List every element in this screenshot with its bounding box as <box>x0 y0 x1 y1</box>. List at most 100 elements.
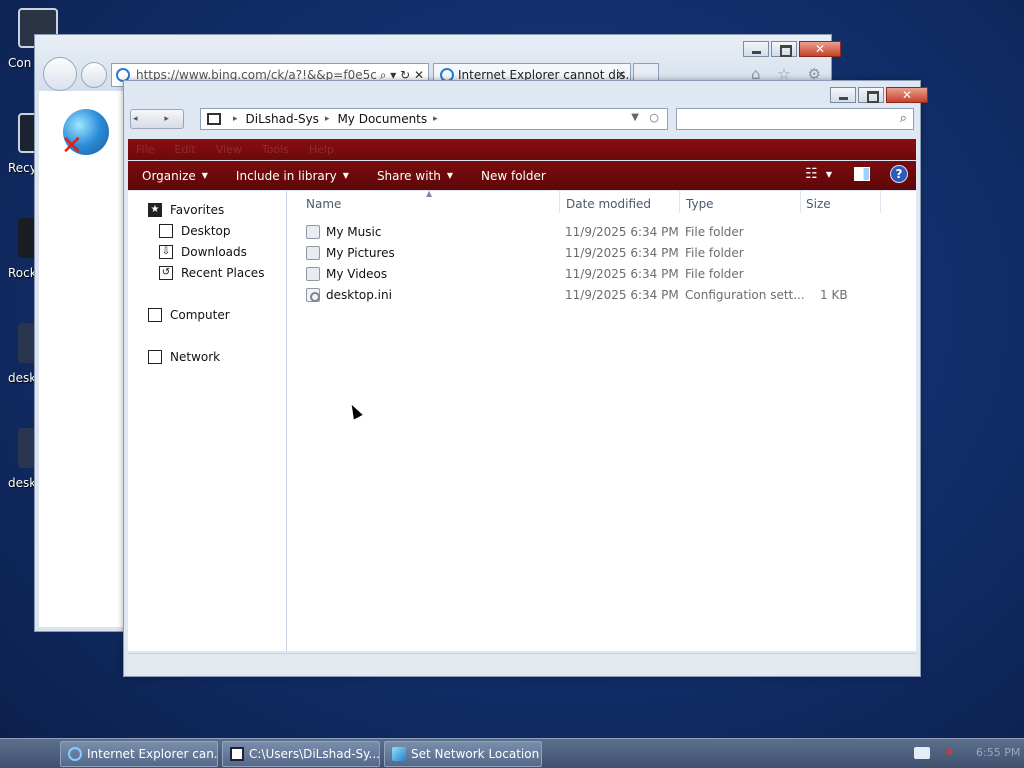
folder-icon <box>306 267 320 281</box>
nav-favorites-label: Favorites <box>170 203 225 217</box>
file-type: File folder <box>685 246 744 260</box>
share-with-button[interactable]: Share with ▼ <box>377 169 453 183</box>
taskbar-button-ie[interactable]: Internet Explorer can... <box>60 741 218 767</box>
maximize-button[interactable] <box>858 87 884 103</box>
minimize-button[interactable] <box>743 41 769 57</box>
chevron-down-icon[interactable]: ▼ <box>631 112 639 123</box>
close-button[interactable]: ✕ <box>886 87 928 103</box>
status-bar <box>128 653 916 674</box>
nav-downloads[interactable]: ⇩ Downloads <box>159 245 247 259</box>
table-row[interactable]: My Music 11/9/2025 6:34 PM File folder <box>288 222 916 243</box>
new-folder-label: New folder <box>481 168 546 183</box>
clock[interactable]: 6:55 PM <box>976 746 1020 759</box>
file-date: 11/9/2025 6:34 PM <box>565 246 679 260</box>
folder-icon <box>207 113 221 125</box>
desktop-icon-label: Con <box>8 56 32 70</box>
share-with-label: Share with <box>376 168 441 183</box>
nav-downloads-label: Downloads <box>181 245 247 259</box>
file-list: ▲ Name Date modified Type Size My Music … <box>288 189 916 651</box>
volume-muted-icon[interactable]: ✕ <box>944 745 954 759</box>
nav-desktop-label: Desktop <box>181 224 231 238</box>
column-divider[interactable] <box>559 191 560 213</box>
nav-network-label: Network <box>170 350 221 364</box>
taskbar-button-network[interactable]: Set Network Location <box>384 741 542 767</box>
breadcrumb-separator[interactable]: ▸ <box>325 114 330 124</box>
taskbar-button-label: Internet Explorer can... <box>87 747 218 761</box>
column-header-type[interactable]: Type <box>686 197 714 211</box>
breadcrumb-separator[interactable]: ▸ <box>233 114 238 124</box>
network-icon <box>148 350 162 364</box>
file-date: 11/9/2025 6:34 PM <box>565 225 679 239</box>
chevron-down-icon: ▼ <box>446 171 453 180</box>
table-row[interactable]: My Videos 11/9/2025 6:34 PM File folder <box>288 264 916 285</box>
help-icon[interactable]: ? <box>890 165 908 183</box>
menu-file[interactable]: File <box>136 143 154 156</box>
new-folder-button[interactable]: New folder <box>481 169 546 183</box>
view-controls: ☷ ▼ ? <box>805 165 908 183</box>
nav-recent-places-label: Recent Places <box>181 266 265 280</box>
download-icon: ⇩ <box>159 245 173 259</box>
menu-help[interactable]: Help <box>309 143 334 156</box>
column-divider[interactable] <box>800 191 801 213</box>
chevron-down-icon[interactable]: ▼ <box>826 170 832 179</box>
nav-computer[interactable]: Computer <box>148 308 230 322</box>
network-icon <box>392 747 406 761</box>
desktop-icon <box>159 224 173 238</box>
nav-favorites[interactable]: ★ Favorites <box>148 203 224 217</box>
include-in-library-button[interactable]: Include in library ▼ <box>236 169 349 183</box>
explorer-body: ★ Favorites Desktop ⇩ Downloads ↺ Recent… <box>128 189 916 651</box>
file-type: Configuration sett... <box>685 288 805 302</box>
desktop-icon-label: desk <box>8 476 37 490</box>
taskbar-button-explorer[interactable]: C:\Users\DiLshad-Sy... <box>222 741 380 767</box>
preview-pane-icon[interactable] <box>854 167 870 181</box>
nav-recent-places[interactable]: ↺ Recent Places <box>159 266 264 280</box>
view-options-icon[interactable]: ☷ <box>805 166 818 182</box>
desktop-icon-label: Recy <box>8 161 37 175</box>
search-input[interactable]: ⌕ <box>676 108 914 130</box>
breadcrumb-item-my-documents[interactable]: My Documents <box>337 112 427 126</box>
chevron-down-icon: ▼ <box>201 171 208 180</box>
breadcrumb-separator[interactable]: ▸ <box>433 114 438 124</box>
file-name: desktop.ini <box>326 288 392 302</box>
menu-view[interactable]: View <box>216 143 242 156</box>
error-x-icon: ✕ <box>61 131 83 161</box>
taskbar: Internet Explorer can... C:\Users\DiLsha… <box>0 738 1024 768</box>
chevron-down-icon: ▼ <box>342 171 349 180</box>
nav-network[interactable]: Network <box>148 350 220 364</box>
ie-logo-icon <box>68 747 82 761</box>
table-row[interactable]: My Pictures 11/9/2025 6:34 PM File folde… <box>288 243 916 264</box>
folder-icon <box>306 225 320 239</box>
refresh-icon[interactable]: ○ <box>649 111 659 124</box>
column-divider[interactable] <box>679 191 680 213</box>
file-name: My Pictures <box>326 246 395 260</box>
settings-file-icon <box>306 288 320 302</box>
column-header-date[interactable]: Date modified <box>566 197 651 211</box>
column-divider[interactable] <box>880 191 881 213</box>
column-header-size[interactable]: Size <box>806 197 831 211</box>
column-header-name[interactable]: Name <box>306 197 341 211</box>
nav-desktop[interactable]: Desktop <box>159 224 231 238</box>
search-icon[interactable]: ⌕ <box>900 111 907 126</box>
organize-button[interactable]: Organize ▼ <box>142 169 208 183</box>
forward-button[interactable] <box>81 62 107 88</box>
star-icon: ★ <box>148 203 162 217</box>
minimize-button[interactable] <box>830 87 856 103</box>
breadcrumb[interactable]: ▸ DiLshad-Sys ▸ My Documents ▸ ▼ ○ <box>200 108 668 130</box>
file-date: 11/9/2025 6:34 PM <box>565 267 679 281</box>
breadcrumb-item-user[interactable]: DiLshad-Sys <box>246 112 319 126</box>
recent-places-icon: ↺ <box>159 266 173 280</box>
close-button[interactable]: ✕ <box>799 41 841 57</box>
include-in-library-label: Include in library <box>235 168 337 183</box>
menu-edit[interactable]: Edit <box>174 143 195 156</box>
system-tray: ✕ 6:55 PM <box>874 739 1024 768</box>
menu-tools[interactable]: Tools <box>262 143 289 156</box>
file-size: 1 KB <box>820 288 848 302</box>
back-forward-buttons[interactable]: ◂ ▸ <box>130 109 184 129</box>
folder-icon <box>306 246 320 260</box>
maximize-button[interactable] <box>771 41 797 57</box>
back-button[interactable] <box>43 57 77 91</box>
network-status-icon[interactable] <box>914 747 930 759</box>
desktop-icon-label: Rock <box>8 266 37 280</box>
explorer-window[interactable]: ✕ ◂ ▸ ▸ DiLshad-Sys ▸ My Documents ▸ ▼ ○… <box>123 80 928 677</box>
table-row[interactable]: desktop.ini 11/9/2025 6:34 PM Configurat… <box>288 285 916 306</box>
